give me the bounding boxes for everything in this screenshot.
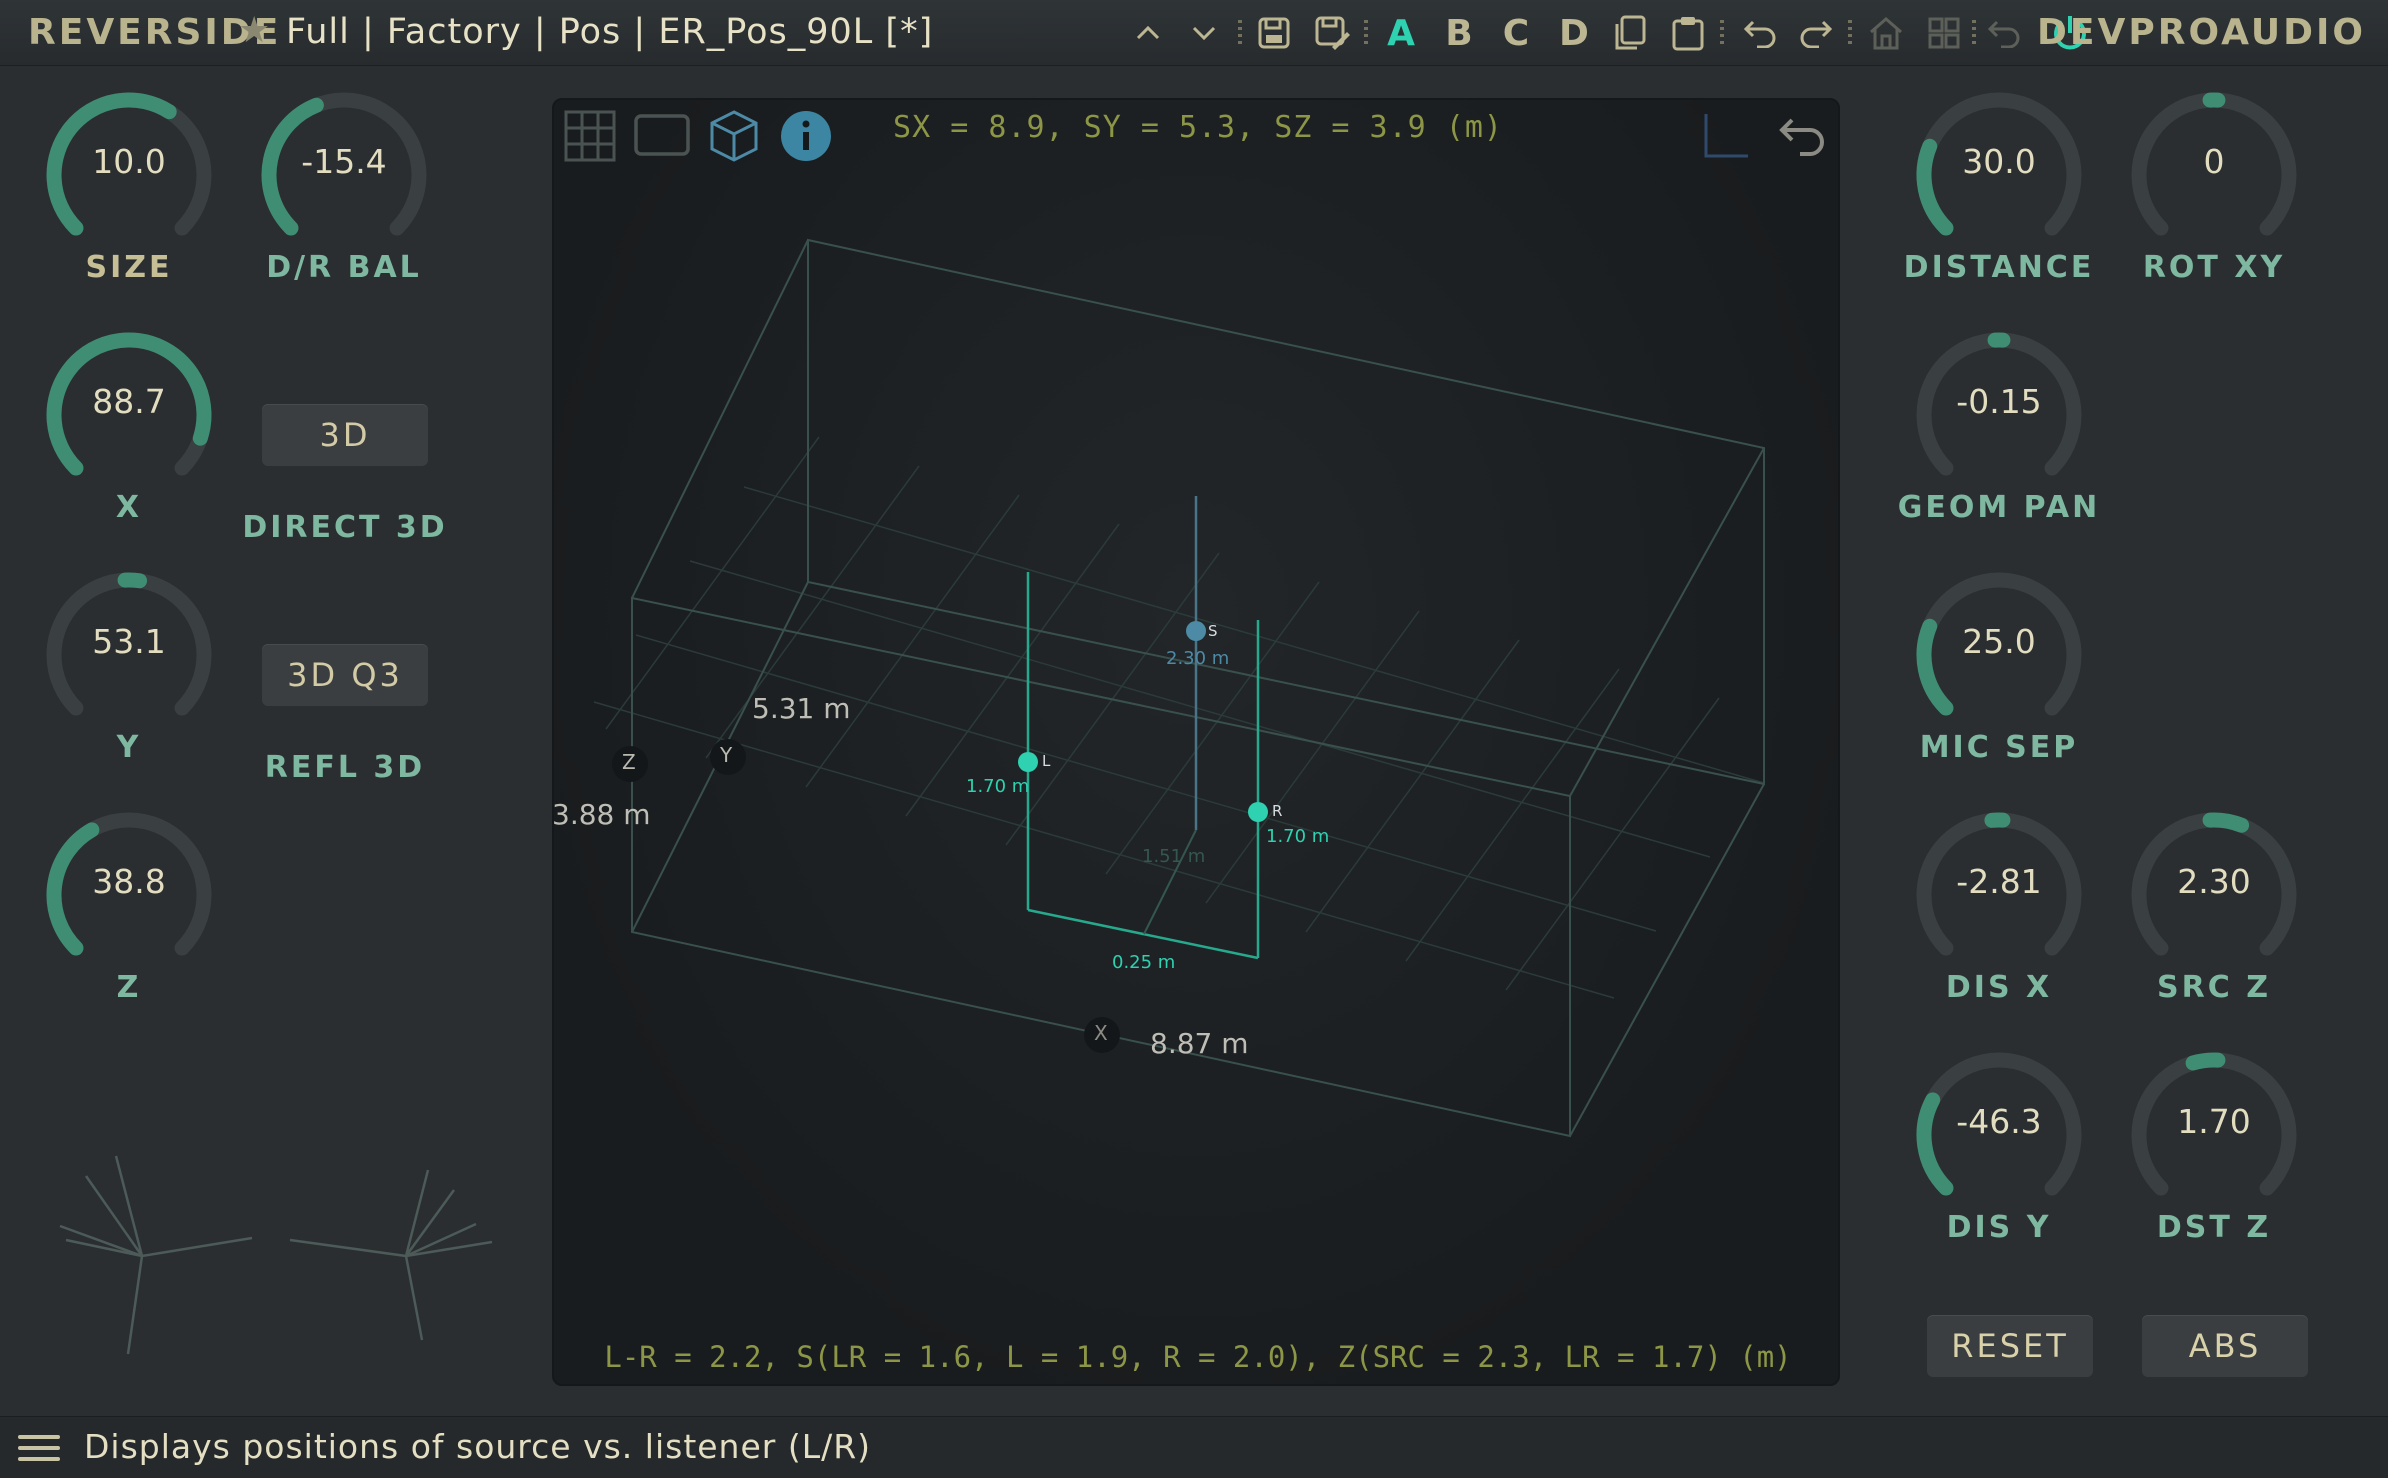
size-label: SIZE bbox=[85, 250, 173, 285]
source-height-label: 2.30 m bbox=[1166, 648, 1230, 669]
left-mic-pattern-icon bbox=[59, 1155, 253, 1355]
hamburger-menu-icon[interactable] bbox=[18, 1435, 60, 1465]
knob-value-arc bbox=[117, 572, 148, 589]
knob-value-arc bbox=[2185, 1052, 2226, 1071]
listener-right bbox=[1248, 620, 1268, 958]
paste-icon[interactable] bbox=[1668, 8, 1708, 58]
right-mic-pattern-icon bbox=[289, 1169, 493, 1341]
slot-b-button[interactable]: B bbox=[1442, 8, 1476, 58]
dis-y-label: DIS Y bbox=[1946, 1210, 2052, 1245]
size-value: 10.0 bbox=[92, 142, 166, 181]
abs-button[interactable]: ABS bbox=[2142, 1315, 2308, 1377]
x-value: 88.7 bbox=[92, 382, 166, 421]
distance-knob[interactable]: 30.0 DISTANCE bbox=[1904, 80, 2094, 330]
dst-z-value: 1.70 bbox=[2177, 1102, 2251, 1141]
z-label: Z bbox=[116, 970, 142, 1005]
status-text: Displays positions of source vs. listene… bbox=[84, 1427, 872, 1466]
geom-pan-label: GEOM PAN bbox=[1897, 490, 2101, 525]
grid-icon[interactable] bbox=[1924, 8, 1964, 58]
undo-icon[interactable] bbox=[1740, 8, 1780, 58]
x-knob[interactable]: 88.7 X bbox=[34, 320, 224, 570]
listener-left bbox=[1018, 572, 1259, 960]
redo-icon[interactable] bbox=[1796, 8, 1836, 58]
dis-y-knob[interactable]: -46.3 DIS Y bbox=[1904, 1040, 2094, 1290]
distance-label: DISTANCE bbox=[1903, 250, 2095, 285]
room-depth-label: 5.31 m bbox=[752, 692, 851, 725]
room-3d-view[interactable]: SX = 8.9, SY = 5.3, SZ = 3.9 (m) Z Y X 5… bbox=[552, 98, 1840, 1386]
vendor-logo: DEVPROAUDIO bbox=[2037, 12, 2366, 53]
rot-xy-knob[interactable]: 0 ROT XY bbox=[2119, 80, 2309, 330]
mic-sep-knob[interactable]: 25.0 MIC SEP bbox=[1904, 560, 2094, 810]
dr-bal-knob[interactable]: -15.4 D/R BAL bbox=[249, 80, 439, 330]
dst-z-label: DST Z bbox=[2156, 1210, 2272, 1245]
z-value: 38.8 bbox=[92, 862, 166, 901]
listener-right-height-label: 1.70 m bbox=[1266, 826, 1330, 847]
chevron-up-icon[interactable] bbox=[1130, 8, 1166, 58]
room-width-label: 8.87 m bbox=[1150, 1027, 1249, 1060]
status-bar: Displays positions of source vs. listene… bbox=[0, 1416, 2388, 1478]
star-icon[interactable]: ★ bbox=[238, 10, 270, 51]
distances-summary-text: L-R = 2.2, S(LR = 1.6, L = 1.9, R = 2.0)… bbox=[604, 1340, 1792, 1374]
listener-left-height-label: 1.70 m bbox=[966, 776, 1030, 797]
axis-y-label: Y bbox=[720, 743, 733, 767]
size-knob[interactable]: 10.0 SIZE bbox=[34, 80, 224, 330]
source-distance-label: 1.51 m bbox=[1142, 846, 1206, 867]
dr-bal-label: D/R BAL bbox=[266, 250, 422, 285]
reset-button[interactable]: RESET bbox=[1927, 1315, 2093, 1377]
listener-offset-label: 0.25 m bbox=[1112, 952, 1176, 973]
src-z-label: SRC Z bbox=[2157, 970, 2271, 1005]
dis-x-knob[interactable]: -2.81 DIS X bbox=[1904, 800, 2094, 1050]
chevron-down-icon[interactable] bbox=[1186, 8, 1222, 58]
src-z-knob[interactable]: 2.30 SRC Z bbox=[2119, 800, 2309, 1050]
source-marker bbox=[1143, 496, 1206, 935]
room-box bbox=[631, 238, 1765, 1138]
slot-a-button[interactable]: A bbox=[1384, 8, 1418, 58]
geom-pan-value: -0.15 bbox=[1956, 382, 2042, 421]
rot-xy-label: ROT XY bbox=[2142, 250, 2286, 285]
room-height-label: 3.88 m bbox=[552, 798, 651, 831]
copy-icon[interactable] bbox=[1610, 8, 1650, 58]
dis-x-value: -2.81 bbox=[1956, 862, 2042, 901]
axis-z-label: Z bbox=[622, 750, 636, 774]
axis-x-label: X bbox=[1094, 1021, 1108, 1045]
z-knob[interactable]: 38.8 Z bbox=[34, 800, 224, 1050]
back-icon[interactable] bbox=[1984, 8, 2024, 58]
knob-value-arc bbox=[2202, 812, 2250, 833]
refl-3d-button[interactable]: 3D Q3 bbox=[262, 644, 428, 706]
save-icon[interactable] bbox=[1254, 8, 1294, 58]
distance-value: 30.0 bbox=[1962, 142, 2036, 181]
mic-sep-value: 25.0 bbox=[1962, 622, 2036, 661]
direct-3d-label: DIRECT 3D bbox=[242, 510, 448, 545]
direct-3d-button[interactable]: 3D bbox=[262, 404, 428, 466]
listener-left-label: L bbox=[1042, 752, 1051, 770]
y-knob[interactable]: 53.1 Y bbox=[34, 560, 224, 810]
top-toolbar: REVERSIDE ★ Full | Factory | Pos | ER_Po… bbox=[0, 0, 2388, 66]
mic-sep-label: MIC SEP bbox=[1919, 730, 2079, 765]
room-wireframe bbox=[593, 238, 1765, 1138]
slot-d-button[interactable]: D bbox=[1557, 8, 1591, 58]
dis-x-label: DIS X bbox=[1945, 970, 2053, 1005]
dr-bal-value: -15.4 bbox=[301, 142, 387, 181]
slot-c-button[interactable]: C bbox=[1499, 8, 1533, 58]
y-value: 53.1 bbox=[92, 622, 166, 661]
listener-right-label: R bbox=[1272, 802, 1283, 820]
src-z-value: 2.30 bbox=[2177, 862, 2251, 901]
rot-xy-value: 0 bbox=[2203, 142, 2225, 181]
preset-name[interactable]: Full | Factory | Pos | ER_Pos_90L [*] bbox=[286, 12, 933, 52]
dis-y-value: -46.3 bbox=[1956, 1102, 2042, 1141]
geom-pan-knob[interactable]: -0.15 GEOM PAN bbox=[1898, 320, 2097, 570]
save-as-icon[interactable] bbox=[1312, 8, 1352, 58]
refl-3d-label: REFL 3D bbox=[264, 750, 426, 785]
home-icon[interactable] bbox=[1866, 8, 1906, 58]
source-label: S bbox=[1208, 622, 1218, 640]
dst-z-knob[interactable]: 1.70 DST Z bbox=[2119, 1040, 2309, 1290]
